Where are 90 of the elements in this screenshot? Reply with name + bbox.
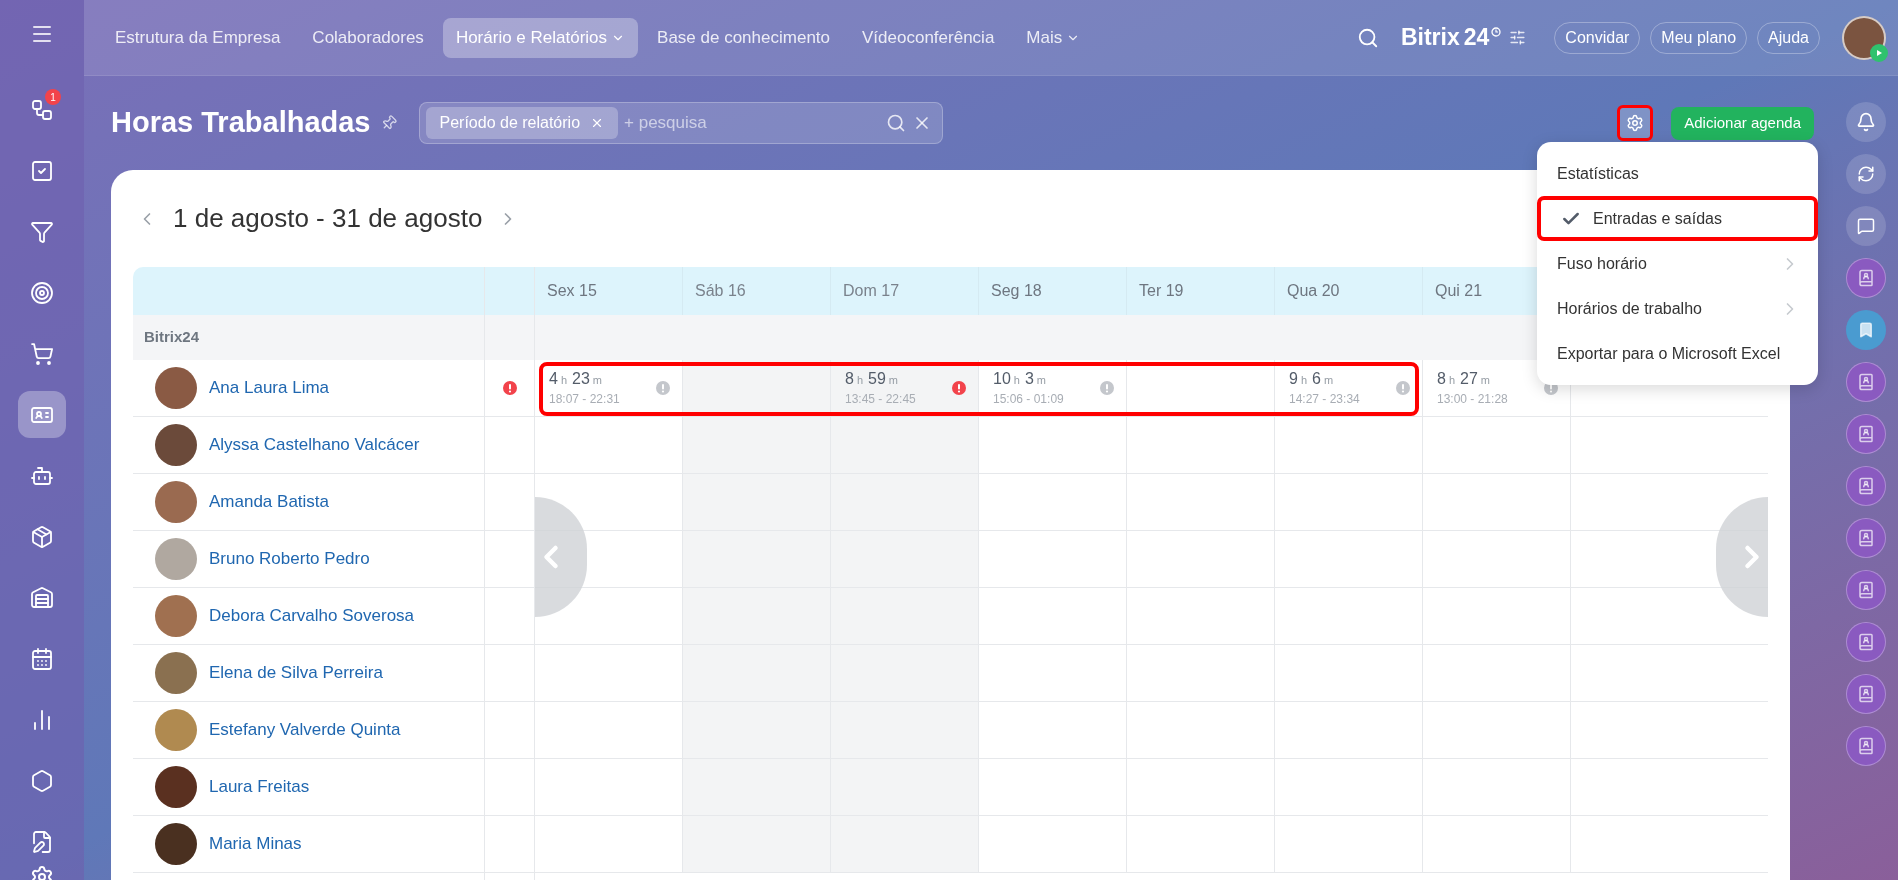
search-icon[interactable] (885, 113, 906, 133)
menu-label: Entradas e saídas (1593, 208, 1722, 229)
group-label: Bitrix24 (144, 327, 200, 348)
employee-link[interactable]: Maria Minas (209, 831, 302, 857)
work-duration: 8 h 27 m (1437, 369, 1491, 389)
bell-button[interactable] (1846, 102, 1886, 142)
document-edit-icon (30, 829, 54, 854)
package-icon (30, 524, 54, 549)
avatar (155, 595, 197, 637)
contact-book-button[interactable] (1846, 674, 1886, 714)
sidebar-item[interactable]: 1 (18, 86, 66, 133)
contact-book-button[interactable] (1846, 466, 1886, 506)
bookmark-icon (1857, 321, 1875, 339)
contact-book-button[interactable] (1846, 362, 1886, 402)
sync-icon (1857, 165, 1875, 183)
contact-book-icon (1857, 269, 1875, 287)
work-duration: 8 h 59 m (845, 369, 899, 389)
avatar (155, 424, 197, 466)
contact-book-button[interactable] (1846, 414, 1886, 454)
search-icon[interactable] (1356, 26, 1379, 49)
time-range: 14:27 - 23:34 (1289, 391, 1360, 408)
menu-label: Exportar para o Microsoft Excel (1557, 343, 1781, 364)
menu-item[interactable]: Entradas e saídas (1537, 196, 1818, 241)
checkbox-icon (30, 158, 54, 183)
bookmark-button[interactable] (1846, 310, 1886, 350)
contact-book-button[interactable] (1846, 258, 1886, 298)
contact-book-icon (1857, 737, 1875, 755)
calendar-icon (30, 646, 54, 671)
time-range: 13:45 - 22:45 (845, 391, 916, 408)
user-avatar[interactable] (1842, 15, 1886, 60)
hexagon-icon (30, 768, 54, 793)
target-icon (30, 280, 54, 305)
contact-book-icon (1857, 477, 1875, 495)
nav-tab[interactable]: Estrutura da Empresa (102, 17, 294, 58)
time-range: 15:06 - 01:09 (993, 391, 1064, 408)
contact-book-icon (1857, 373, 1875, 391)
warehouse-icon (30, 585, 54, 610)
nav-tab[interactable]: Mais (1013, 17, 1094, 58)
avatar (155, 367, 197, 409)
employee-link[interactable]: Estefany Valverde Quinta (209, 717, 401, 743)
time-range: 18:07 - 22:31 (549, 391, 620, 408)
work-duration: 9 h 6 m (1289, 369, 1335, 389)
avatar (155, 481, 197, 523)
employee-link[interactable]: Bruno Roberto Pedro (209, 546, 370, 572)
avatar (155, 652, 197, 694)
menu-label: Estatísticas (1557, 163, 1639, 184)
settings-icon (1626, 114, 1645, 132)
funnel-icon (30, 219, 54, 244)
cart-icon (30, 341, 54, 366)
sync-button[interactable] (1846, 154, 1886, 194)
page-title: Horas Trabalhadas (111, 105, 371, 141)
avatar (155, 709, 197, 751)
chat-icon (1857, 217, 1875, 235)
contact-book-icon (1857, 529, 1875, 547)
avatar (155, 823, 197, 865)
employee-link[interactable]: Alyssa Castelhano Valcácer (209, 432, 420, 458)
work-duration: 4 h 23 m (549, 369, 603, 389)
avatar (155, 538, 197, 580)
nav-tab[interactable]: Vídeoconferência (849, 17, 1008, 58)
clock-icon (1491, 26, 1502, 37)
employee-link[interactable]: Elena de Silva Perreira (209, 660, 383, 686)
work-duration: 10 h 3 m (993, 369, 1047, 389)
chat-button[interactable] (1846, 206, 1886, 246)
notification-badge: 1 (45, 89, 61, 105)
time-range: 13:00 - 21:28 (1437, 391, 1508, 408)
nav-tab[interactable]: Base de conhecimento (644, 17, 843, 58)
nav-tab[interactable]: Colaboradores (299, 17, 437, 58)
menu-item[interactable]: Exportar para o Microsoft Excel (1537, 331, 1818, 376)
employee-link[interactable]: Amanda Batista (209, 489, 329, 515)
play-icon (1870, 43, 1888, 62)
search-input[interactable]: + pesquisa (624, 110, 886, 136)
bell-icon (1856, 112, 1876, 132)
contact-book-button[interactable] (1846, 726, 1886, 766)
sliders-icon[interactable] (1509, 29, 1527, 46)
settings-button[interactable] (1617, 105, 1654, 141)
contact-book-icon (1857, 685, 1875, 703)
avatar (155, 766, 197, 808)
employee-link[interactable]: Laura Freitas (209, 774, 310, 800)
menu-item[interactable]: Estatísticas (1537, 151, 1818, 196)
contact-book-button[interactable] (1846, 570, 1886, 610)
contact-book-icon (1857, 581, 1875, 599)
logo: Bitrix 24 (1400, 23, 1490, 53)
employee-link[interactable]: Ana Laura Lima (209, 375, 330, 401)
period-label: 1 de agosto - 31 de agosto (173, 202, 483, 235)
contact-book-icon (1857, 633, 1875, 651)
contact-book-button[interactable] (1846, 622, 1886, 662)
employee-link[interactable]: Debora Carvalho Soverosa (209, 603, 415, 629)
contact-book-icon (1857, 425, 1875, 443)
sidebar-item[interactable] (18, 391, 66, 438)
contact-book-button[interactable] (1846, 518, 1886, 558)
